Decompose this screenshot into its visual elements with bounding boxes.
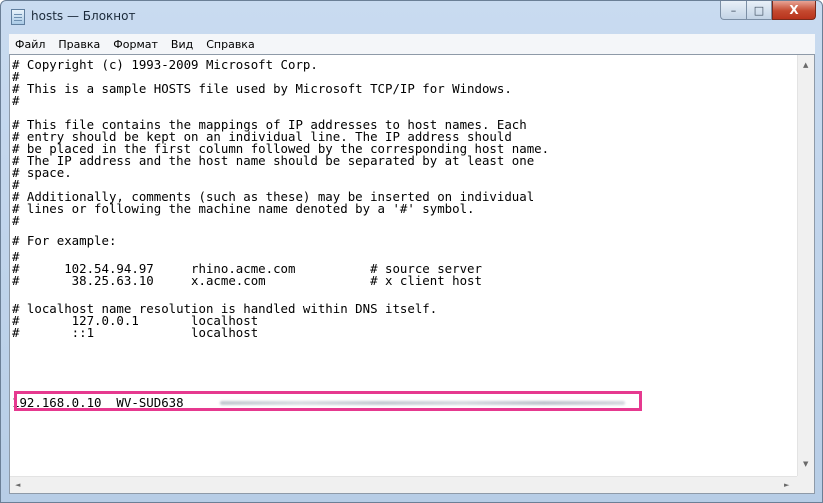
menu-format[interactable]: Формат <box>107 38 165 51</box>
text-line: # Copyright (c) 1993-2009 Microsoft Corp… <box>12 57 318 72</box>
scroll-right-arrow-icon[interactable]: ► <box>784 481 789 489</box>
menu-edit[interactable]: Правка <box>52 38 107 51</box>
scroll-left-arrow-icon[interactable]: ◄ <box>15 481 20 489</box>
title-bar[interactable]: hosts — Блокнот – □ X <box>1 1 822 32</box>
menu-file[interactable]: Файл <box>9 38 52 51</box>
highlight-box <box>14 391 642 411</box>
text-line: # ::1 localhost <box>12 325 259 340</box>
resize-grip[interactable] <box>797 476 814 493</box>
menu-view[interactable]: Вид <box>165 38 200 51</box>
text-line: # <box>12 93 20 108</box>
notepad-window: hosts — Блокнот – □ X Файл Правка Формат… <box>0 0 823 503</box>
maximize-button[interactable]: □ <box>746 1 772 20</box>
text-line: # The IP address and the host name shoul… <box>12 153 535 168</box>
text-line: # For example: <box>12 233 117 248</box>
text-line: # 38.25.63.10 x.acme.com # x client host <box>12 273 482 288</box>
scroll-down-arrow-icon[interactable]: ▼ <box>803 460 808 468</box>
vertical-scrollbar[interactable]: ▲ ▼ <box>797 55 814 477</box>
window-title: hosts — Блокнот <box>31 9 136 23</box>
text-line: # space. <box>12 165 72 180</box>
menu-bar: Файл Правка Формат Вид Справка <box>9 34 815 54</box>
text-line: # <box>12 213 20 228</box>
text-editor[interactable]: # Copyright (c) 1993-2009 Microsoft Corp… <box>10 55 798 477</box>
horizontal-scrollbar[interactable]: ◄ ► <box>10 476 798 493</box>
close-button[interactable]: X <box>772 1 816 20</box>
text-line: # This is a sample HOSTS file used by Mi… <box>12 81 512 96</box>
minimize-button[interactable]: – <box>720 1 746 20</box>
menu-help[interactable]: Справка <box>200 38 261 51</box>
scroll-up-arrow-icon[interactable]: ▲ <box>803 61 808 69</box>
notepad-icon[interactable] <box>11 9 25 25</box>
text-line: # lines or following the machine name de… <box>12 201 475 216</box>
caption-buttons: – □ X <box>720 1 816 21</box>
editor-area: # Copyright (c) 1993-2009 Microsoft Corp… <box>9 54 815 494</box>
